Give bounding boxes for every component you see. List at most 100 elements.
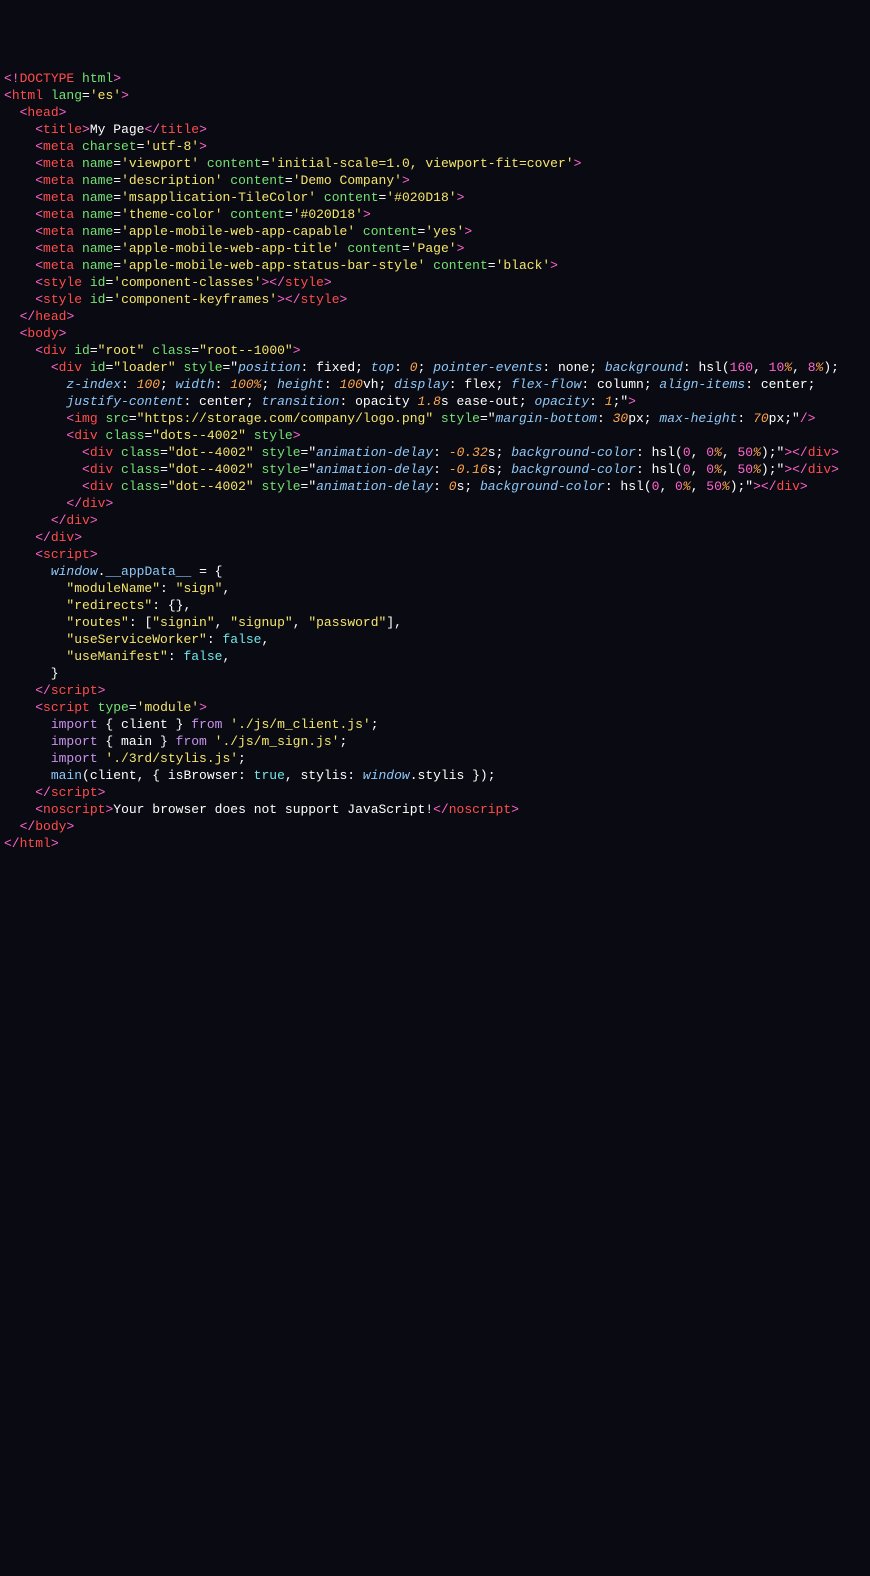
code-line[interactable]: <head> (4, 104, 818, 121)
code-line[interactable]: <title>My Page</title> (4, 121, 818, 138)
token (4, 207, 35, 222)
code-line[interactable]: <noscript>Your browser does not support … (4, 801, 818, 818)
token (4, 479, 82, 494)
token: : (433, 479, 449, 494)
token: , (722, 445, 738, 460)
code-line[interactable]: <meta name='description' content='Demo C… (4, 172, 818, 189)
token: = (160, 479, 168, 494)
token: : (433, 462, 449, 477)
code-line[interactable]: <style id='component-classes'></style> (4, 274, 818, 291)
token: < (35, 122, 43, 137)
code-line[interactable]: <!DOCTYPE html> (4, 70, 818, 87)
code-editor-content[interactable]: <!DOCTYPE html><html lang='es'> <head> <… (0, 68, 822, 854)
token: </ (20, 309, 36, 324)
code-line[interactable]: <div class="dot--4002" style="animation-… (4, 444, 818, 461)
token: : center; (745, 377, 815, 392)
code-line[interactable]: <script type='module'> (4, 699, 818, 716)
code-line[interactable]: <meta charset='utf-8'> (4, 138, 818, 155)
token: ; (262, 377, 278, 392)
token: './js/m_sign.js' (215, 734, 340, 749)
token: '#020D18' (386, 190, 456, 205)
token: './3rd/stylis.js' (105, 751, 238, 766)
token: src (105, 411, 128, 426)
code-line[interactable]: <div id="root" class="root--1000"> (4, 342, 818, 359)
code-line[interactable]: <script> (4, 546, 818, 563)
token: 160 (730, 360, 753, 375)
token: 0 (683, 445, 691, 460)
token: (client, { isBrowser: (82, 768, 254, 783)
code-line[interactable]: } (4, 665, 818, 682)
code-line[interactable]: justify-content: center; transition: opa… (4, 393, 818, 410)
token: > (82, 122, 90, 137)
code-line[interactable]: <body> (4, 325, 818, 342)
token: id (90, 360, 106, 375)
token: : (597, 411, 613, 426)
token: </ (433, 802, 449, 817)
code-line[interactable]: </html> (4, 835, 818, 852)
minimap-rail[interactable] (0, 854, 52, 1576)
token: = (113, 258, 121, 273)
token: > (51, 836, 59, 851)
token: 'apple-mobile-web-app-title' (121, 241, 347, 256)
code-line[interactable]: </script> (4, 682, 818, 699)
code-line[interactable]: <meta name='theme-color' content='#020D1… (4, 206, 818, 223)
token: 0 (706, 445, 714, 460)
code-line[interactable]: "routes": ["signin", "signup", "password… (4, 614, 818, 631)
code-line[interactable]: "useServiceWorker": false, (4, 631, 818, 648)
token: , (753, 360, 769, 375)
token (4, 751, 51, 766)
code-line[interactable]: <meta name='viewport' content='initial-s… (4, 155, 818, 172)
token: head (35, 309, 66, 324)
code-line[interactable]: main(client, { isBrowser: true, stylis: … (4, 767, 818, 784)
token: type (98, 700, 129, 715)
token: = (113, 224, 121, 239)
code-line[interactable]: </div> (4, 495, 818, 512)
token (4, 700, 35, 715)
token: div (82, 496, 105, 511)
code-line[interactable]: import { client } from './js/m_client.js… (4, 716, 818, 733)
code-line[interactable]: "useManifest": false, (4, 648, 818, 665)
code-line[interactable]: </script> (4, 784, 818, 801)
token: = (488, 258, 496, 273)
token: style (43, 275, 90, 290)
code-line[interactable]: <html lang='es'> (4, 87, 818, 104)
token: div (90, 479, 121, 494)
code-line[interactable]: import { main } from './js/m_sign.js'; (4, 733, 818, 750)
token: =" (301, 462, 317, 477)
token: div (90, 445, 121, 460)
code-line[interactable]: z-index: 100; width: 100%; height: 100vh… (4, 376, 818, 393)
token: = (160, 462, 168, 477)
token: : opacity (339, 394, 417, 409)
code-line[interactable]: </div> (4, 512, 818, 529)
code-line[interactable]: <div class="dot--4002" style="animation-… (4, 478, 818, 495)
token: html (20, 836, 51, 851)
code-line[interactable]: <meta name='apple-mobile-web-app-status-… (4, 257, 818, 274)
code-line[interactable]: <meta name='msapplication-TileColor' con… (4, 189, 818, 206)
code-line[interactable]: "moduleName": "sign", (4, 580, 818, 597)
token: , (691, 479, 707, 494)
code-line[interactable]: <style id='component-keyframes'></style> (4, 291, 818, 308)
code-line[interactable]: <div class="dot--4002" style="animation-… (4, 461, 818, 478)
token: meta (43, 224, 82, 239)
token: style (254, 428, 293, 443)
token: > (511, 802, 519, 817)
code-line[interactable]: </body> (4, 818, 818, 835)
token: </ (4, 836, 20, 851)
code-line[interactable]: "redirects": {}, (4, 597, 818, 614)
code-line[interactable]: <meta name='apple-mobile-web-app-title' … (4, 240, 818, 257)
code-line[interactable]: <meta name='apple-mobile-web-app-capable… (4, 223, 818, 240)
code-line[interactable]: <div id="loader" style="position: fixed;… (4, 359, 818, 376)
token: > (199, 139, 207, 154)
code-line[interactable]: window.__appData__ = { (4, 563, 818, 580)
code-line[interactable]: <img src="https://storage.com/company/lo… (4, 410, 818, 427)
token: % (784, 360, 792, 375)
code-line[interactable]: import './3rd/stylis.js'; (4, 750, 818, 767)
token: "moduleName" (66, 581, 160, 596)
token: noscript (449, 802, 511, 817)
token: ></ (277, 292, 300, 307)
code-line[interactable]: <div class="dots--4002" style> (4, 427, 818, 444)
code-line[interactable]: </div> (4, 529, 818, 546)
code-line[interactable]: </head> (4, 308, 818, 325)
token (4, 547, 35, 562)
token: 100 (137, 377, 160, 392)
